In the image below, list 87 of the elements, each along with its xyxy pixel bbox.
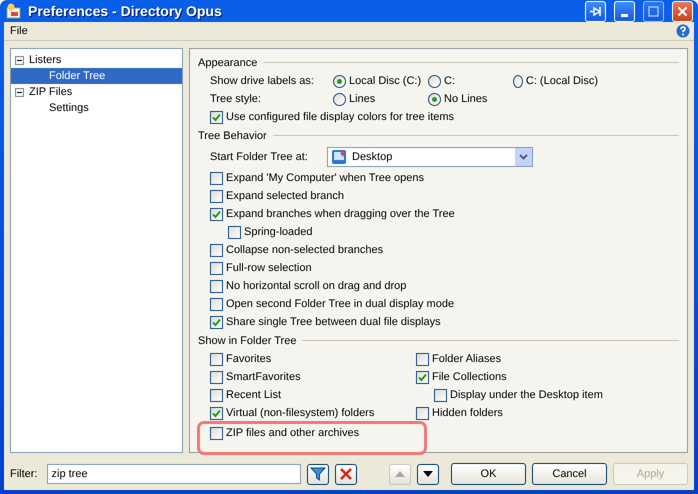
checkbox-label: Expand selected branch: [226, 190, 344, 202]
checkbox[interactable]: [210, 316, 223, 328]
dialog-button[interactable]: OK: [451, 463, 526, 485]
maximize-icon: [648, 6, 659, 16]
dropdown-value: Desktop: [352, 151, 394, 163]
checkbox[interactable]: [210, 352, 223, 366]
collapse-icon[interactable]: [15, 88, 24, 96]
checkbox-label: Share single Tree between dual file displays: [226, 316, 441, 328]
checkbox-label: No horizontal scroll on drag and drop: [226, 280, 406, 292]
checkbox[interactable]: [416, 352, 429, 366]
radio-button[interactable]: [428, 92, 441, 106]
pin-icon: [589, 6, 602, 16]
filter-button[interactable]: [306, 464, 328, 484]
collapse-icon[interactable]: [15, 56, 24, 64]
maximize-button[interactable]: [643, 0, 664, 22]
desktop-icon: [331, 149, 347, 165]
tree-item[interactable]: Folder Tree: [11, 68, 182, 84]
radio-button[interactable]: [333, 74, 346, 88]
filter-field[interactable]: zip tree: [46, 464, 300, 484]
checkbox-label: Virtual (non-filesystem) folders: [226, 407, 374, 419]
field-label: Start Folder Tree at:: [210, 151, 309, 163]
radio-label: No Lines: [444, 93, 488, 105]
checkbox-label: File Collections: [432, 371, 507, 383]
checkbox[interactable]: [210, 388, 223, 402]
checkbox[interactable]: [210, 244, 223, 256]
checkbox-label: Use configured file display colors for tree items: [226, 111, 454, 123]
checkbox-label: Collapse non-selected branches: [226, 244, 384, 256]
checkbox[interactable]: [210, 280, 223, 292]
menu-item[interactable]: File: [8, 25, 30, 37]
filter-label: Filter:: [10, 468, 38, 480]
checkbox[interactable]: [210, 262, 223, 274]
triangle-up-icon: [394, 471, 404, 477]
tree-item[interactable]: ZIP Files: [11, 84, 182, 100]
checkbox[interactable]: [210, 110, 223, 124]
checkbox-label: Hidden folders: [432, 407, 503, 419]
section-heading: Show in Folder Tree: [198, 334, 296, 346]
app-icon: [6, 3, 22, 19]
window-title: Preferences - Directory Opus: [28, 3, 223, 19]
close-button[interactable]: [672, 0, 693, 22]
checkbox-label: Display under the Desktop item: [450, 389, 603, 401]
checkbox-label: Spring-loaded: [244, 226, 312, 238]
move-down-button[interactable]: [416, 464, 438, 484]
section-heading: Appearance: [198, 56, 258, 68]
field-label: Show drive labels as:: [210, 75, 315, 87]
radio-label: C:: [444, 75, 455, 87]
checkbox[interactable]: [210, 208, 223, 220]
checkbox[interactable]: [416, 406, 429, 420]
help-icon[interactable]: [676, 24, 690, 38]
tree-item[interactable]: Settings: [11, 100, 182, 116]
dropdown[interactable]: Desktop: [327, 147, 533, 167]
section-heading: Tree Behavior: [198, 130, 267, 142]
chevron-down-icon: [519, 154, 528, 160]
triangle-down-icon: [422, 471, 432, 477]
checkbox-label: SmartFavorites: [226, 371, 301, 383]
checkbox-label: Expand 'My Computer' when Tree opens: [226, 172, 424, 184]
checkbox[interactable]: [210, 172, 223, 184]
checkbox[interactable]: [210, 426, 223, 440]
checkbox[interactable]: [228, 226, 241, 238]
checkbox-label: ZIP files and other archives: [226, 427, 360, 439]
funnel-icon: [310, 467, 326, 481]
radio-label: Lines: [349, 93, 376, 105]
checkbox-label: Folder Aliases: [432, 353, 502, 365]
checkbox-label: Open second Folder Tree in dual display mode: [226, 298, 454, 310]
checkbox[interactable]: [210, 190, 223, 202]
minimize-icon: [621, 14, 628, 16]
radio-button[interactable]: [428, 74, 441, 88]
tree-item[interactable]: Listers: [11, 52, 182, 68]
radio-button[interactable]: [513, 74, 523, 88]
checkbox-label: Recent List: [226, 389, 282, 401]
checkbox[interactable]: [210, 370, 223, 384]
dialog-button[interactable]: Cancel: [532, 463, 607, 485]
checkbox[interactable]: [210, 406, 223, 420]
radio-label: C: (Local Disc): [526, 75, 598, 87]
checkbox[interactable]: [416, 370, 429, 384]
field-label: Tree style:: [210, 93, 262, 105]
clear-button[interactable]: [334, 464, 356, 484]
radio-button[interactable]: [333, 92, 346, 106]
checkbox-label: Expand branches when dragging over the Tree: [226, 208, 455, 220]
checkbox[interactable]: [210, 298, 223, 310]
minimize-button[interactable]: [614, 0, 635, 22]
radio-label: Local Disc (C:): [349, 75, 422, 87]
pin-button[interactable]: [585, 0, 606, 22]
checkbox-label: Full-row selection: [226, 262, 312, 274]
close-icon: [677, 6, 688, 16]
checkbox[interactable]: [434, 388, 447, 402]
cross-icon: [338, 467, 352, 481]
checkbox-label: Favorites: [226, 353, 272, 365]
